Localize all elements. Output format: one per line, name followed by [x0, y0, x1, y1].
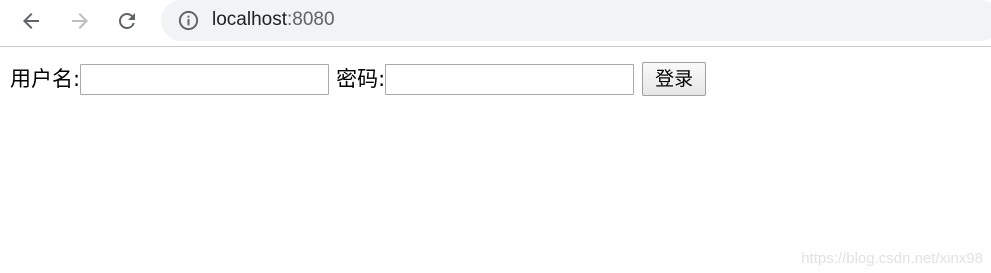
url-host: localhost [212, 9, 287, 30]
username-input[interactable] [80, 63, 330, 95]
info-icon[interactable] [177, 9, 200, 32]
login-button[interactable]: 登录 [642, 62, 707, 96]
arrow-left-icon [23, 13, 39, 29]
address-bar[interactable]: localhost:8080 [161, 0, 991, 41]
arrow-right-icon [72, 13, 88, 29]
forward-button[interactable] [65, 6, 95, 36]
password-label: 密码: [336, 67, 386, 91]
page-content: 用户名: 密码: 登录 https://blog.csdn.net/xinx98 [0, 48, 991, 273]
reload-button[interactable] [112, 6, 142, 36]
browser-toolbar: localhost:8080 [0, 0, 991, 47]
url-text[interactable]: localhost:8080 [212, 8, 335, 32]
back-button[interactable] [16, 6, 46, 36]
url-port: :8080 [287, 9, 335, 30]
username-label: 用户名: [10, 67, 81, 91]
watermark: https://blog.csdn.net/xinx98 [801, 250, 983, 267]
password-input[interactable] [385, 63, 635, 95]
reload-icon [119, 12, 135, 29]
login-form: 用户名: 密码: 登录 [10, 61, 707, 97]
